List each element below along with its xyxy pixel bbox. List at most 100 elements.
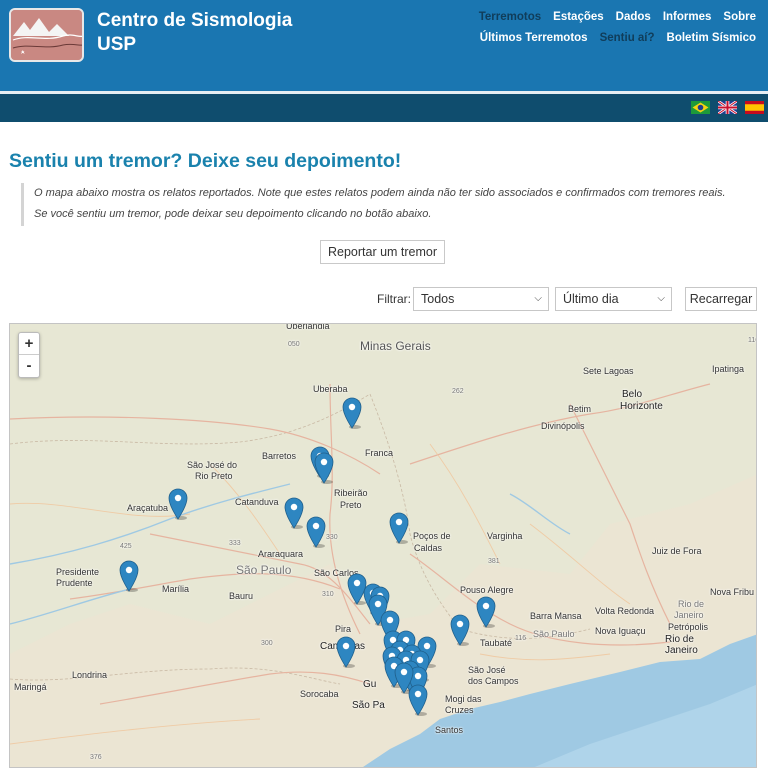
language-bar [0,94,768,122]
intro-line-1: O mapa abaixo mostra os relatos reportad… [34,187,726,199]
reload-button[interactable]: Recarregar [685,287,757,311]
map-label-betim: Betim [568,404,592,414]
report-marker-pin[interactable] [342,397,362,429]
seismology-logo[interactable] [9,8,84,62]
map-label-sao-jose-rio-preto-2: Rio Preto [195,471,233,481]
filter-type-select[interactable]: Todos ⌵ [413,287,549,311]
nav-boletim-sismico[interactable]: Boletim Sísmico [667,32,756,44]
top-header: Centro de Sismologia USP Terremotos Esta… [0,0,768,91]
map-label-nova-iguacu: Nova Iguaçu [595,626,646,636]
report-marker-pin[interactable] [306,516,326,548]
report-marker-pin[interactable] [408,684,428,716]
map-label-sao-paulo-state-2: São Paulo [533,629,575,639]
map-label-sao-paulo-state: São Paulo [236,563,292,577]
report-marker-pin[interactable] [336,636,356,668]
map-label-nova-friburgo: Nova Fribu [710,587,755,597]
map-label-volta-redonda: Volta Redonda [595,606,655,616]
intro-blockquote: O mapa abaixo mostra os relatos reportad… [21,183,756,226]
brand-line1: Centro de Sismologia [97,10,293,31]
report-tremor-button[interactable]: Reportar um tremor [320,240,445,264]
map-label-sao-jose-campos-2: dos Campos [468,676,519,686]
report-marker-pin[interactable] [284,497,304,529]
map-label-sao-jose-rio-preto-1: São José do [187,460,238,470]
main-nav: Terremotos Estações Dados Informes Sobre [479,11,756,23]
map-label-mogi-1: Mogi das [445,694,482,704]
report-marker-pin[interactable] [450,614,470,646]
sub-nav: Últimos Terremotos Sentiu aí? Boletim Sí… [480,32,756,44]
map-label-juiz-de-fora: Juiz de Fora [652,546,702,556]
zoom-control: + - [18,332,40,378]
map-label-uberaba: Uberaba [313,384,348,394]
map-label-ipatinga: Ipatinga [712,364,745,374]
zoom-in-button[interactable]: + [19,333,39,355]
zoom-out-button[interactable]: - [19,355,39,377]
map-label-belo: Belo [622,389,643,400]
map-label-road-116b: 116 [748,337,756,344]
map-label-mogi-2: Cruzes [445,705,474,715]
map-label-sao-jose-campos-1: São José [468,665,506,675]
map-label-minas-gerais: Minas Gerais [360,339,431,353]
map-label-bauru: Bauru [229,591,254,601]
report-marker-pin[interactable] [389,512,409,544]
filter-type-value: Todos [421,292,455,306]
nav-terremotos[interactable]: Terremotos [479,11,541,23]
report-marker-pin[interactable] [476,596,496,628]
report-marker-pin[interactable] [168,488,188,520]
map-label-franca: Franca [365,448,394,458]
map-label-barra-mansa: Barra Mansa [530,611,582,621]
nav-dados[interactable]: Dados [616,11,651,23]
map-label-ribeirao: Ribeirão [334,488,368,498]
nav-estacoes[interactable]: Estações [553,11,604,23]
map-label-santos: Santos [435,725,464,735]
map-label-sete-lagoas: Sete Lagoas [583,366,634,376]
map-label-marilia: Marília [162,584,190,594]
map-label-road-333: 333 [229,540,241,547]
brazil-flag-icon[interactable] [691,101,710,114]
map-label-road-262: 262 [452,388,464,395]
nav-informes[interactable]: Informes [663,11,712,23]
map-label-piracicaba: Pira [335,624,352,634]
map-label-road-330: 330 [326,534,338,541]
map-label-horizonte: Horizonte [620,401,663,412]
map-label-preto: Preto [340,500,362,510]
map-label-petropolis: Petrópolis [668,622,709,632]
map-label-sorocaba: Sorocaba [300,689,339,699]
map-label-road-116: 116 [515,635,527,642]
brand-line2: USP [97,34,137,55]
map-label-londrina: Londrina [72,670,108,680]
map-label-road-425: 425 [120,543,132,550]
reports-map[interactable]: + - Uberlândia 050 Minas Gerais Uberaba … [9,323,757,768]
map-label-varginha: Varginha [487,531,523,541]
map-label-araraquara: Araraquara [258,549,304,559]
map-label-maringa: Maringá [14,682,47,692]
map-label-barretos: Barretos [262,451,297,461]
chevron-down-icon: ⌵ [534,293,542,304]
chevron-down-icon: ⌵ [657,293,665,304]
nav-sentiu-ai[interactable]: Sentiu aí? [600,32,655,44]
uk-flag-icon[interactable] [718,101,737,114]
map-label-pouso-alegre: Pouso Alegre [460,585,514,595]
map-label-aracatuba: Araçatuba [127,503,169,513]
spain-flag-icon[interactable] [745,101,764,114]
report-marker-pin[interactable] [314,452,334,484]
map-label-road-381: 381 [488,558,500,565]
brand-title[interactable]: Centro de Sismologia USP [97,9,292,57]
nav-ultimos-terremotos[interactable]: Últimos Terremotos [480,32,588,44]
filter-label: Filtrar: [377,292,411,306]
map-label-pocos: Poços de [413,531,451,541]
filter-period-value: Último dia [563,292,619,306]
map-label-rio-city-1: Rio de [665,634,694,645]
nav-sobre[interactable]: Sobre [723,11,756,23]
map-label-road-050: 050 [288,341,300,348]
map-label-catanduva: Catanduva [235,497,279,507]
map-label-sao-paulo-city: São Pa [352,700,385,711]
map-label-uberlandia: Uberlândia [286,323,330,331]
page-title: Sentiu um tremor? Deixe seu depoimento! [9,150,402,172]
report-marker-pin[interactable] [119,560,139,592]
map-label-rio-state-2: Janeiro [674,610,704,620]
filter-period-select[interactable]: Último dia ⌵ [555,287,672,311]
intro-line-2: Se você sentiu um tremor, pode deixar se… [34,208,432,220]
map-label-prudente: Prudente [56,578,93,588]
map-label-presidente: Presidente [56,567,100,577]
map-label-caldas: Caldas [414,543,443,553]
